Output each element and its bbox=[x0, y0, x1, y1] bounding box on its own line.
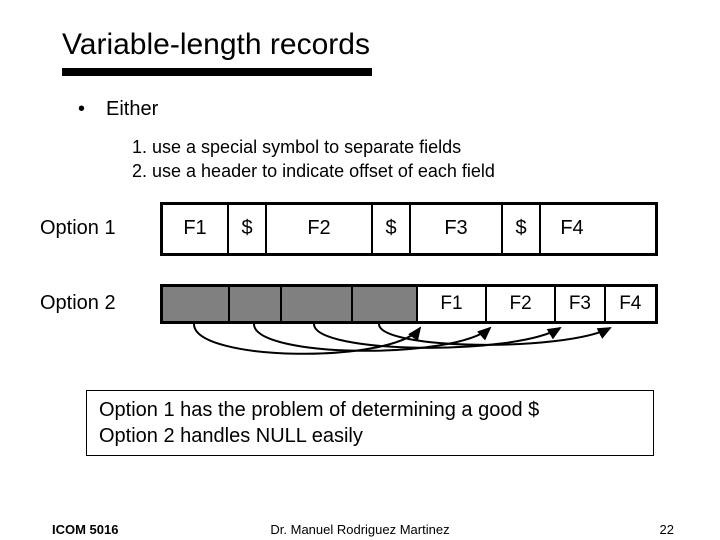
option1-row: Option 1 F1 $ F2 $ F3 $ F4 bbox=[40, 202, 680, 256]
note-line-1: Option 1 has the problem of determining … bbox=[99, 397, 641, 423]
note-line-2: Option 2 handles NULL easily bbox=[99, 423, 641, 449]
opt1-sep1: $ bbox=[229, 205, 267, 253]
bullet-row: • Either bbox=[78, 98, 680, 121]
option1-record: F1 $ F2 $ F3 $ F4 bbox=[160, 202, 658, 256]
option2-record: F1 F2 F3 F4 bbox=[160, 284, 658, 324]
option2-row: Option 2 F1 F2 F3 F4 bbox=[40, 284, 680, 324]
title-underline bbox=[62, 68, 372, 76]
opt2-header-4 bbox=[353, 287, 418, 321]
sub-list: 1. use a special symbol to separate fiel… bbox=[132, 135, 680, 184]
opt2-header-2 bbox=[230, 287, 281, 321]
option2-label: Option 2 bbox=[40, 292, 152, 315]
note-box: Option 1 has the problem of determining … bbox=[86, 390, 654, 456]
opt1-f1: F1 bbox=[163, 205, 229, 253]
opt2-header-1 bbox=[163, 287, 230, 321]
bullet-marker: • bbox=[78, 98, 106, 121]
sub-item-2: 2. use a header to indicate offset of ea… bbox=[132, 159, 680, 183]
sub-item-1: 1. use a special symbol to separate fiel… bbox=[132, 135, 680, 159]
opt2-header-3 bbox=[282, 287, 353, 321]
bullet-text: Either bbox=[106, 98, 158, 121]
opt2-f1: F1 bbox=[418, 287, 487, 321]
opt1-f2: F2 bbox=[267, 205, 373, 253]
opt1-f4: F4 bbox=[541, 205, 603, 253]
opt2-f4: F4 bbox=[606, 287, 655, 321]
opt1-f3: F3 bbox=[411, 205, 503, 253]
option1-label: Option 1 bbox=[40, 217, 152, 240]
opt2-f3: F3 bbox=[556, 287, 605, 321]
footer-author: Dr. Manuel Rodriguez Martinez bbox=[0, 522, 720, 537]
slide: Variable-length records • Either 1. use … bbox=[0, 0, 720, 540]
opt1-sep3: $ bbox=[503, 205, 541, 253]
page-title: Variable-length records bbox=[62, 28, 680, 62]
footer-page-num: 22 bbox=[660, 522, 674, 537]
opt2-f2: F2 bbox=[487, 287, 556, 321]
opt1-sep2: $ bbox=[373, 205, 411, 253]
offset-arrows bbox=[164, 322, 664, 372]
